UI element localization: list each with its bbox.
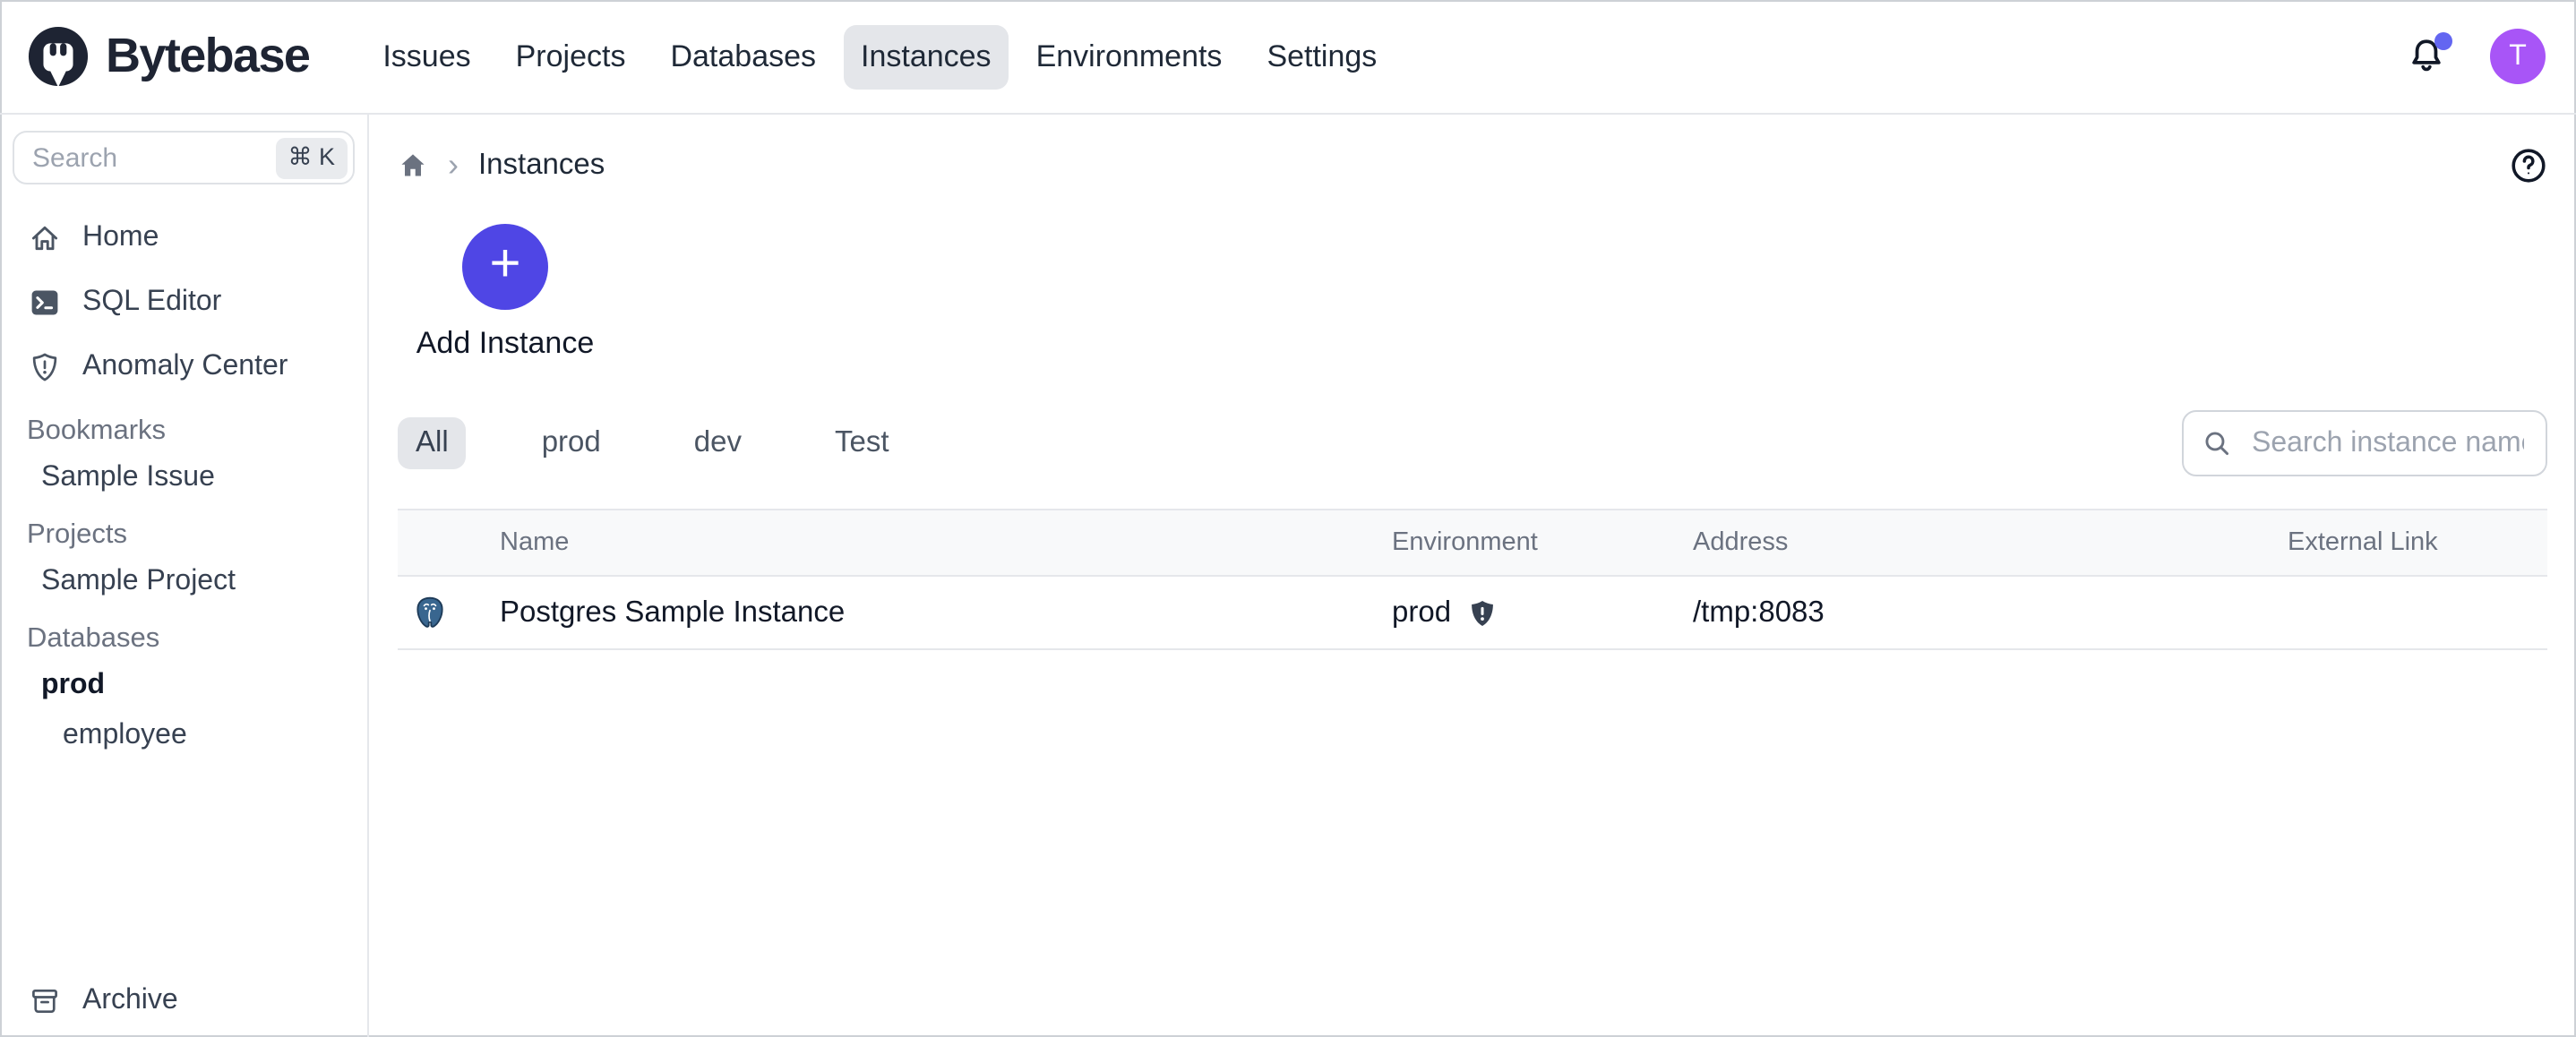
notification-bell-button[interactable] (2404, 35, 2447, 78)
question-mark-circle-icon (2509, 146, 2546, 184)
topnav-right: T (2404, 29, 2576, 84)
table-header: Name Environment Address External Link (398, 510, 2547, 577)
help-button[interactable] (2508, 145, 2547, 184)
filter-tab-all[interactable]: All (398, 417, 467, 469)
sidebar-search: ⌘ K (13, 131, 355, 184)
instances-table: Name Environment Address External Link (398, 509, 2547, 650)
sidebar-item-home[interactable]: Home (0, 206, 367, 270)
add-instance-button[interactable]: + Add Instance (419, 224, 591, 362)
breadcrumb-home-icon[interactable] (398, 150, 428, 180)
shield-exclamation-icon (29, 351, 61, 383)
instance-address-cell: /tmp:8083 (1693, 596, 2288, 630)
environment-filter-tabs: All prod dev Test (398, 417, 907, 469)
sidebar-item-sql-editor[interactable]: SQL Editor (0, 270, 367, 335)
col-header-name: Name (398, 528, 1392, 557)
sidebar: ⌘ K Home SQL Editor (0, 115, 369, 1037)
top-navbar: Bytebase Issues Projects Databases Insta… (0, 0, 2576, 115)
bytebase-logo-icon (27, 25, 90, 88)
brand-name: Bytebase (106, 29, 309, 84)
sidebar-item-sample-issue[interactable]: Sample Issue (0, 453, 367, 503)
sidebar-item-env-prod[interactable]: prod (0, 661, 367, 711)
sidebar-section-databases: Databases (0, 618, 367, 661)
magnifier-icon (2202, 428, 2232, 459)
sidebar-nav: Home SQL Editor Anomal (0, 206, 367, 399)
main-content: › Instances + Add Instance (369, 115, 2576, 1037)
sidebar-section-bookmarks: Bookmarks (0, 410, 367, 453)
breadcrumb-current: Instances (478, 148, 605, 182)
app-window: Bytebase Issues Projects Databases Insta… (0, 0, 2576, 1037)
user-avatar[interactable]: T (2490, 29, 2546, 84)
sidebar-item-label: Anomaly Center (82, 351, 288, 383)
breadcrumb-row: › Instances (398, 115, 2547, 215)
sidebar-item-sample-project[interactable]: Sample Project (0, 557, 367, 607)
postgresql-elephant-icon (412, 595, 448, 630)
col-header-address: Address (1693, 528, 2288, 557)
nav-item-databases[interactable]: Databases (652, 24, 834, 89)
col-header-external-link: External Link (2288, 528, 2547, 557)
filter-tab-dev[interactable]: dev (676, 417, 760, 469)
instance-address: /tmp:8083 (1693, 596, 1825, 628)
nav-item-issues[interactable]: Issues (365, 24, 488, 89)
sidebar-section-projects: Projects (0, 514, 367, 557)
notification-dot (2434, 31, 2452, 49)
archive-icon (29, 985, 61, 1017)
sql-editor-icon (29, 287, 61, 319)
sidebar-item-anomaly-center[interactable]: Anomaly Center (0, 335, 367, 399)
sidebar-item-label: SQL Editor (82, 287, 221, 319)
nav-item-instances[interactable]: Instances (843, 24, 1009, 89)
col-header-environment: Environment (1392, 528, 1693, 557)
instance-name-cell: Postgres Sample Instance (398, 595, 1392, 630)
filter-tab-test[interactable]: Test (817, 417, 907, 469)
nav-item-environments[interactable]: Environments (1018, 24, 1241, 89)
plus-circle: + (462, 224, 548, 310)
home-logo-link[interactable]: Bytebase (27, 25, 309, 88)
sidebar-item-label: Archive (82, 985, 178, 1017)
environment-name: prod (1392, 596, 1451, 630)
filter-row: All prod dev Test (398, 410, 2547, 476)
keyboard-shortcut-badge: ⌘ K (275, 137, 348, 178)
table-row[interactable]: Postgres Sample Instance prod /tmp:8083 (398, 577, 2547, 650)
home-icon (29, 222, 61, 254)
plus-icon: + (489, 238, 520, 292)
shield-exclamation-solid-icon (1467, 597, 1498, 628)
instance-search-input[interactable] (2248, 425, 2528, 461)
sidebar-item-label: Home (82, 222, 159, 254)
nav-item-projects[interactable]: Projects (498, 24, 644, 89)
filter-tab-prod[interactable]: prod (524, 417, 619, 469)
sidebar-item-db-employee[interactable]: employee (0, 711, 367, 761)
instance-environment-cell: prod (1392, 596, 1693, 630)
instance-search-box (2182, 410, 2547, 476)
main-menu: Issues Projects Databases Instances Envi… (365, 24, 1395, 89)
chevron-right-icon: › (448, 149, 459, 181)
nav-item-settings[interactable]: Settings (1249, 24, 1395, 89)
sidebar-item-archive[interactable]: Archive (0, 969, 367, 1033)
add-instance-label: Add Instance (416, 326, 595, 362)
breadcrumb: › Instances (398, 148, 605, 182)
instance-name: Postgres Sample Instance (500, 596, 845, 630)
